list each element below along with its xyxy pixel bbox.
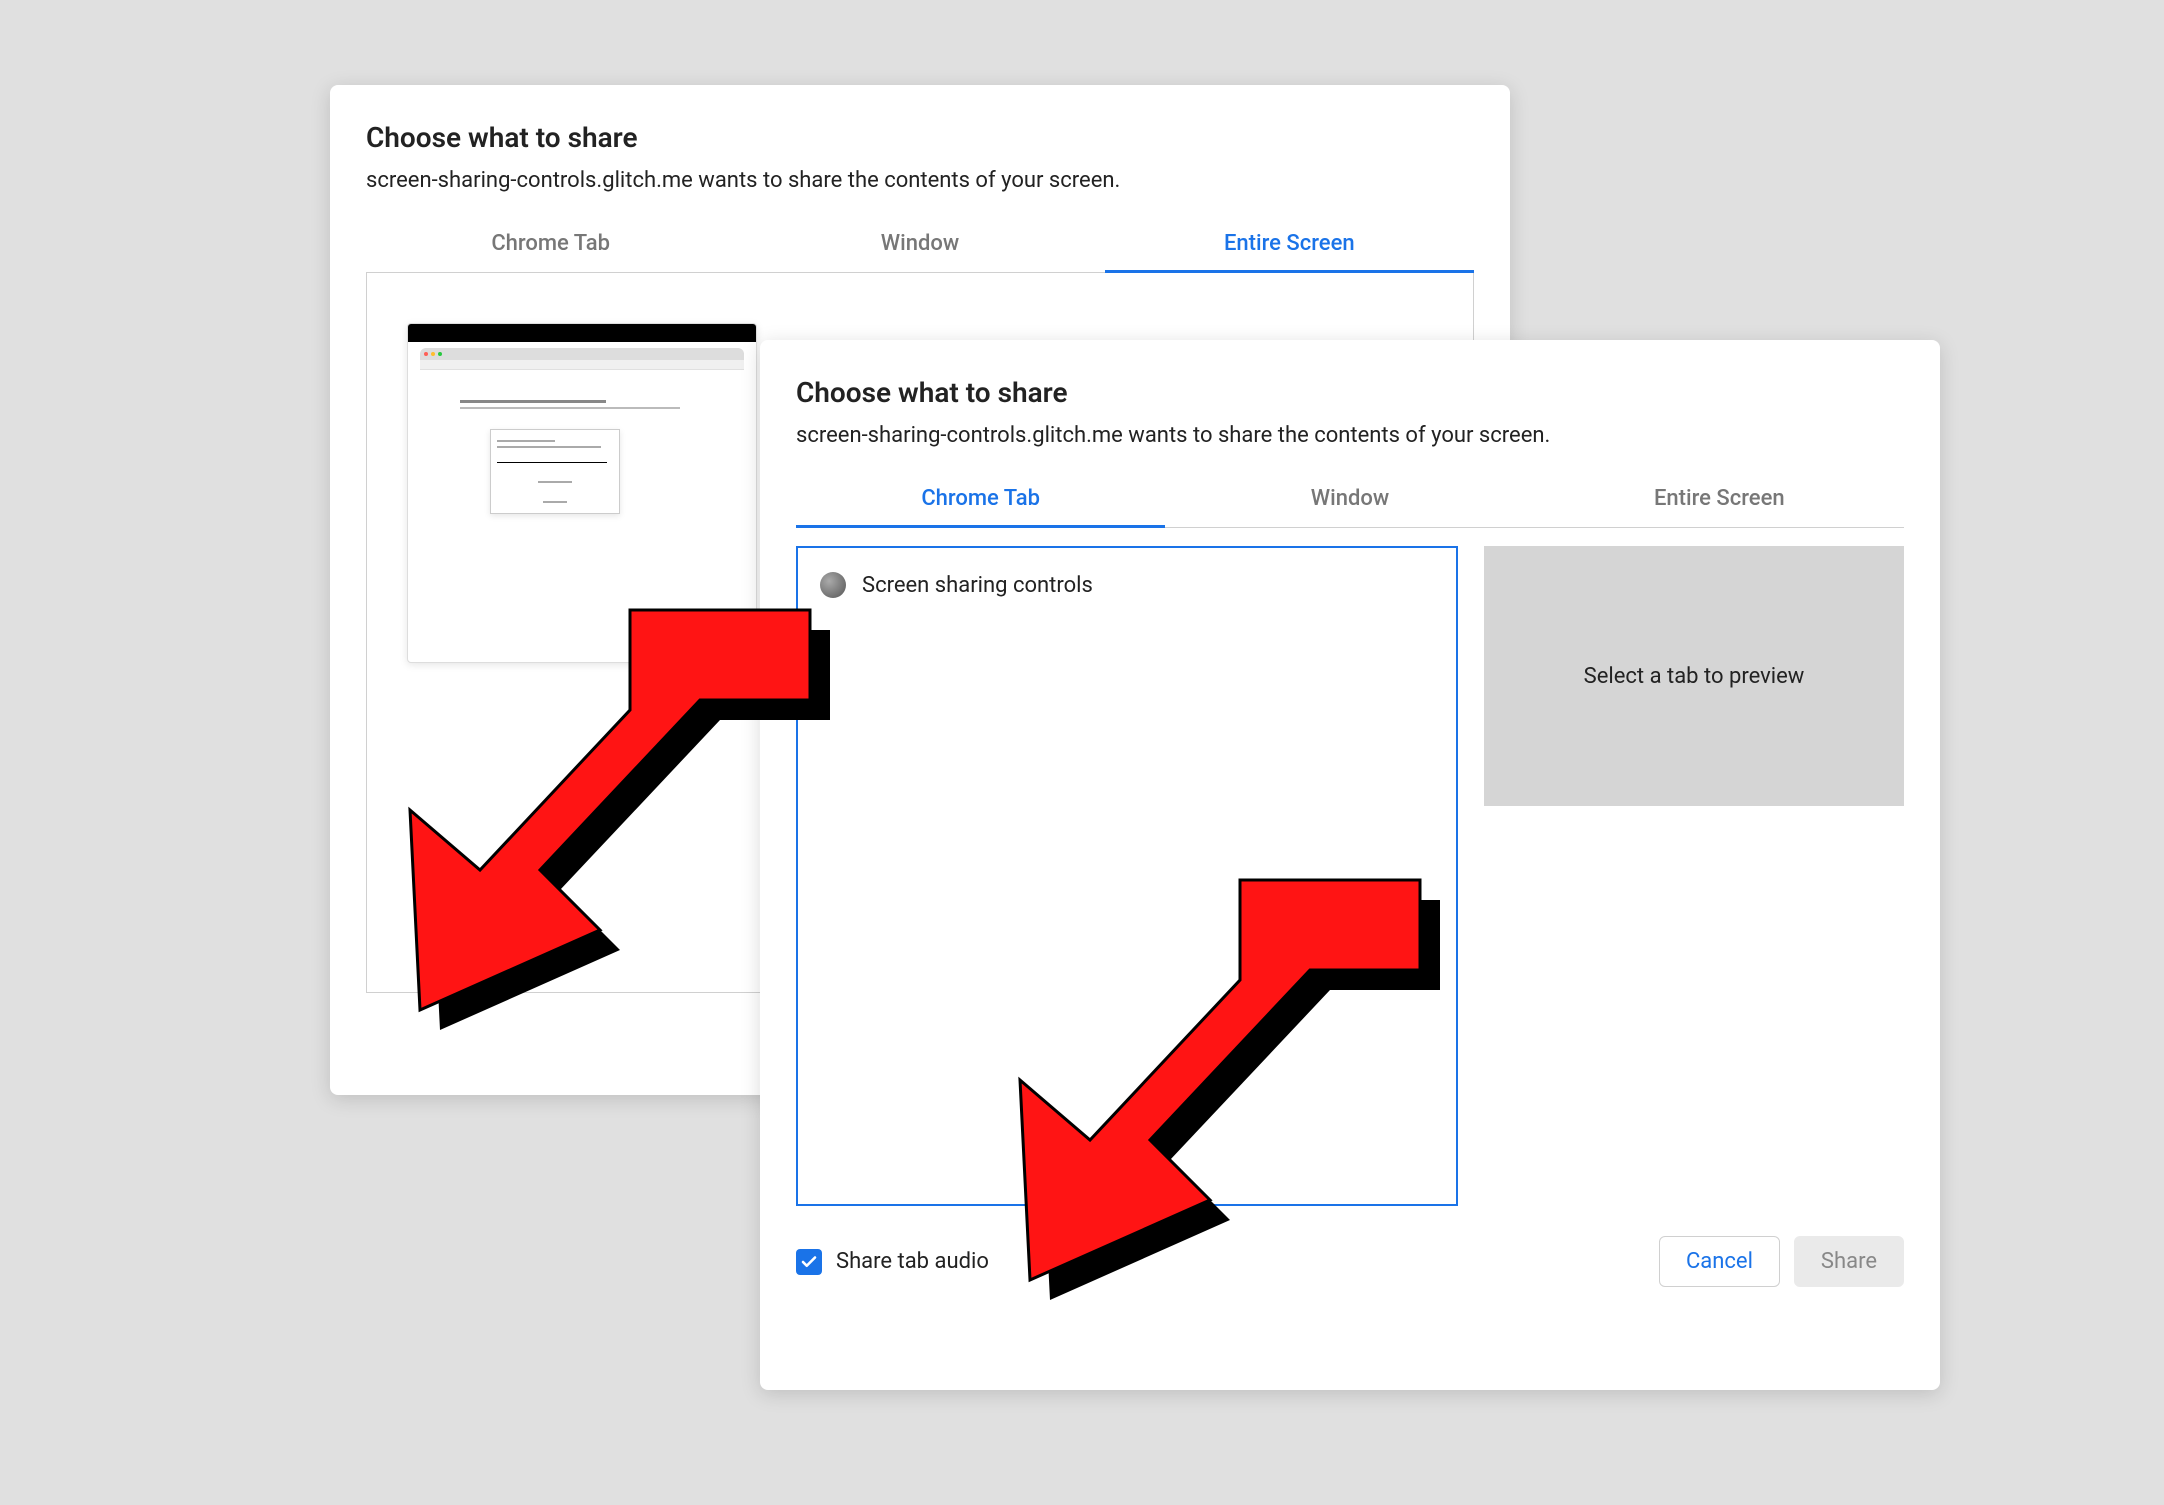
screen-thumbnail[interactable] [407,323,757,663]
cancel-button[interactable]: Cancel [1659,1236,1780,1287]
dialog-subtitle: screen-sharing-controls.glitch.me wants … [796,423,1904,448]
tab-chrome-tab[interactable]: Chrome Tab [796,474,1165,528]
tab-list: Screen sharing controls [796,546,1458,1206]
preview-placeholder: Select a tab to preview [1484,546,1904,806]
preview-placeholder-text: Select a tab to preview [1584,664,1805,689]
tab-list-item[interactable]: Screen sharing controls [812,566,1442,604]
tab-entire-screen[interactable]: Entire Screen [1105,219,1474,273]
tab-window[interactable]: Window [1165,474,1534,528]
share-audio-label: Share tab audio [836,1249,989,1274]
tabs: Chrome Tab Window Entire Screen [796,474,1904,528]
tab-chrome-tab[interactable]: Chrome Tab [366,219,735,273]
checkbox-checked-icon [796,1249,822,1275]
dialog-title: Choose what to share [796,376,1904,409]
tab-picker-area: Screen sharing controls Select a tab to … [796,546,1904,1206]
tabs: Chrome Tab Window Entire Screen [366,219,1474,273]
globe-icon [820,572,846,598]
share-button: Share [1794,1236,1904,1287]
tab-list-item-label: Screen sharing controls [862,573,1093,598]
share-dialog-chrome-tab: Choose what to share screen-sharing-cont… [760,340,1940,1390]
dialog-footer: Share tab audio Cancel Share [796,1236,1904,1287]
dialog-subtitle: screen-sharing-controls.glitch.me wants … [366,168,1474,193]
dialog-title: Choose what to share [366,121,1474,154]
tab-entire-screen[interactable]: Entire Screen [1535,474,1904,528]
share-audio-checkbox[interactable]: Share tab audio [796,1249,989,1275]
tab-window[interactable]: Window [735,219,1104,273]
